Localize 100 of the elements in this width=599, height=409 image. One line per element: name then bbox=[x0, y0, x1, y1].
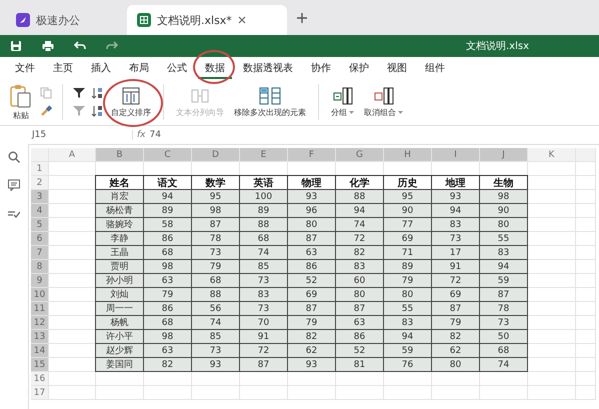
redo-icon[interactable] bbox=[106, 41, 118, 51]
empty-cell[interactable] bbox=[576, 386, 596, 400]
empty-cell[interactable] bbox=[336, 372, 384, 386]
empty-cell[interactable] bbox=[576, 204, 596, 218]
empty-cell[interactable] bbox=[192, 372, 240, 386]
row-header[interactable]: 17 bbox=[31, 386, 49, 400]
row-header[interactable]: 8 bbox=[31, 260, 49, 274]
row-header[interactable]: 13 bbox=[31, 330, 49, 344]
row-header[interactable]: 14 bbox=[31, 344, 49, 358]
row-header[interactable]: 16 bbox=[31, 372, 49, 386]
empty-cell[interactable] bbox=[96, 386, 144, 400]
empty-cell[interactable] bbox=[336, 386, 384, 400]
filter-icon[interactable] bbox=[73, 87, 85, 99]
row-header[interactable]: 10 bbox=[31, 288, 49, 302]
sort-descending-icon[interactable] bbox=[91, 105, 103, 117]
empty-cell[interactable] bbox=[576, 162, 596, 176]
column-header[interactable]: A bbox=[49, 148, 96, 162]
plus-icon[interactable] bbox=[297, 12, 307, 22]
menu-tab[interactable]: 数据 bbox=[198, 58, 232, 78]
column-header[interactable]: F bbox=[288, 148, 336, 162]
empty-cell[interactable] bbox=[528, 176, 576, 190]
menu-tab[interactable]: 数据透视表 bbox=[236, 58, 300, 78]
empty-cell[interactable] bbox=[576, 218, 596, 232]
empty-cell[interactable] bbox=[528, 162, 576, 176]
empty-cell[interactable] bbox=[192, 386, 240, 400]
empty-cell[interactable] bbox=[240, 372, 288, 386]
empty-cell[interactable] bbox=[528, 372, 576, 386]
menu-tab[interactable]: 主页 bbox=[46, 58, 80, 78]
row-header[interactable]: 12 bbox=[31, 316, 49, 330]
row-header[interactable]: 5 bbox=[31, 218, 49, 232]
empty-cell[interactable] bbox=[384, 386, 432, 400]
empty-cell[interactable] bbox=[576, 274, 596, 288]
formula-value[interactable]: 74 bbox=[150, 130, 161, 140]
menu-tab[interactable]: 视图 bbox=[380, 58, 414, 78]
column-header[interactable]: D bbox=[192, 148, 240, 162]
empty-cell[interactable] bbox=[432, 386, 480, 400]
menu-tab[interactable]: 协作 bbox=[304, 58, 338, 78]
column-header[interactable]: G bbox=[336, 148, 384, 162]
row-header[interactable]: 2 bbox=[31, 176, 49, 190]
empty-cell[interactable] bbox=[576, 190, 596, 204]
empty-cell[interactable] bbox=[576, 246, 596, 260]
brush-icon[interactable] bbox=[40, 105, 52, 117]
copy-icon[interactable] bbox=[40, 87, 52, 99]
row-header[interactable]: 4 bbox=[31, 204, 49, 218]
tab[interactable]: 极速办公 bbox=[6, 5, 121, 35]
group-button[interactable]: 分组 bbox=[329, 84, 356, 120]
empty-cell[interactable] bbox=[432, 372, 480, 386]
empty-cell[interactable] bbox=[576, 372, 596, 386]
empty-cell[interactable] bbox=[576, 344, 596, 358]
paste-button[interactable]: 粘贴 bbox=[8, 82, 34, 122]
row-header[interactable]: 7 bbox=[31, 246, 49, 260]
empty-cell[interactable] bbox=[576, 302, 596, 316]
menu-tab[interactable]: 布局 bbox=[122, 58, 156, 78]
remove-duplicates-button[interactable]: 移除多次出现的元素 bbox=[232, 84, 308, 120]
empty-cell[interactable] bbox=[480, 372, 528, 386]
empty-cell[interactable] bbox=[144, 372, 192, 386]
row-header[interactable]: 11 bbox=[31, 302, 49, 316]
column-header[interactable]: J bbox=[480, 148, 528, 162]
function-label[interactable]: fx bbox=[132, 130, 150, 140]
empty-cell[interactable] bbox=[576, 316, 596, 330]
empty-cell[interactable] bbox=[144, 386, 192, 400]
name-box[interactable]: J15 bbox=[28, 130, 132, 140]
column-header[interactable]: K bbox=[528, 148, 576, 162]
ungroup-button[interactable]: 取消组合 bbox=[362, 84, 405, 120]
empty-cell[interactable] bbox=[480, 386, 528, 400]
empty-cell[interactable] bbox=[576, 176, 596, 190]
menu-tab[interactable]: 组件 bbox=[418, 58, 452, 78]
empty-cell[interactable] bbox=[288, 372, 336, 386]
print-icon[interactable] bbox=[42, 40, 54, 52]
empty-cell[interactable] bbox=[288, 386, 336, 400]
column-header[interactable]: I bbox=[432, 148, 480, 162]
column-header[interactable] bbox=[576, 148, 596, 162]
menu-tab[interactable]: 保护 bbox=[342, 58, 376, 78]
empty-cell[interactable] bbox=[576, 260, 596, 274]
custom-sort-button[interactable]: 自定义排序 bbox=[109, 84, 153, 120]
search-icon[interactable] bbox=[8, 151, 20, 163]
empty-cell[interactable] bbox=[96, 372, 144, 386]
empty-cell[interactable] bbox=[528, 386, 576, 400]
empty-cell[interactable] bbox=[576, 232, 596, 246]
column-header[interactable]: H bbox=[384, 148, 432, 162]
column-header[interactable]: C bbox=[144, 148, 192, 162]
empty-cell[interactable] bbox=[576, 330, 596, 344]
empty-cell[interactable] bbox=[384, 372, 432, 386]
menu-tab[interactable]: 文件 bbox=[8, 58, 42, 78]
tab[interactable]: 文档说明.xlsx* bbox=[127, 5, 287, 35]
close-icon[interactable] bbox=[238, 16, 246, 24]
column-header[interactable]: B bbox=[96, 148, 144, 162]
row-header[interactable]: 9 bbox=[31, 274, 49, 288]
empty-cell[interactable] bbox=[576, 288, 596, 302]
menu-tab[interactable]: 插入 bbox=[84, 58, 118, 78]
comment-icon[interactable] bbox=[8, 179, 20, 191]
column-header[interactable]: E bbox=[240, 148, 288, 162]
save-icon[interactable] bbox=[10, 40, 22, 52]
row-header[interactable]: 15 bbox=[31, 358, 49, 372]
row-header[interactable]: 1 bbox=[31, 162, 49, 176]
undo-icon[interactable] bbox=[74, 41, 86, 51]
empty-cell[interactable] bbox=[576, 358, 596, 372]
row-header[interactable]: 3 bbox=[31, 190, 49, 204]
select-all-corner[interactable] bbox=[31, 148, 49, 162]
empty-cell[interactable] bbox=[240, 386, 288, 400]
